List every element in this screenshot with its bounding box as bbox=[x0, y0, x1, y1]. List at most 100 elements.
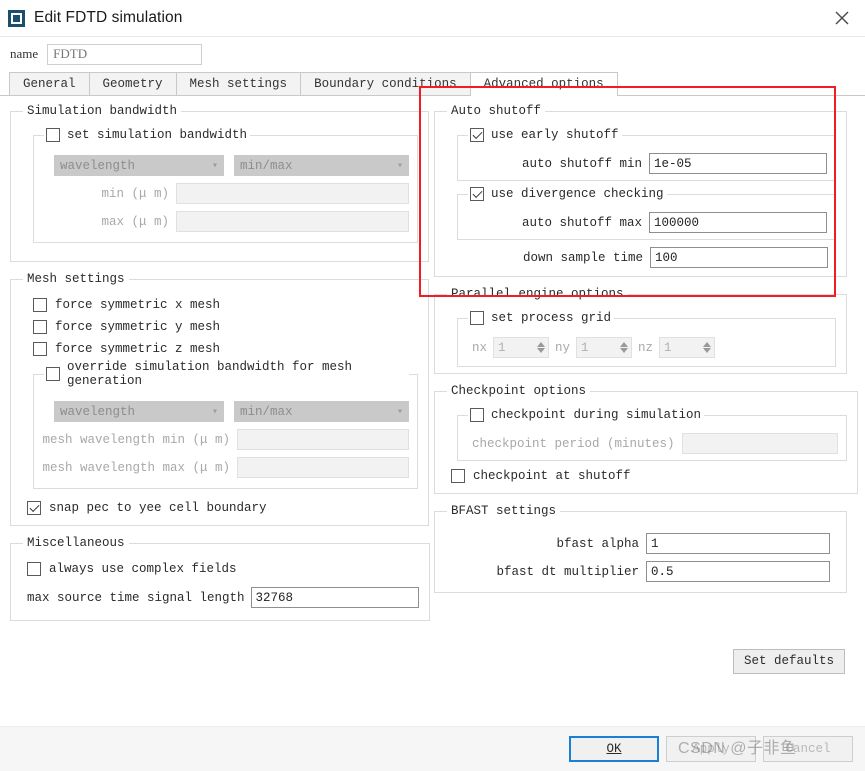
checkbox-force-symmetric-z[interactable] bbox=[33, 342, 47, 356]
tab-general[interactable]: General bbox=[9, 72, 90, 95]
input-bandwidth-max bbox=[176, 211, 409, 232]
checkbox-always-complex-fields[interactable] bbox=[27, 562, 41, 576]
checkbox-set-simulation-bandwidth-label: set simulation bandwidth bbox=[67, 128, 248, 142]
checkbox-set-process-grid[interactable] bbox=[470, 311, 484, 325]
checkbox-checkpoint-during-simulation-label: checkpoint during simulation bbox=[491, 408, 702, 422]
tab-geometry[interactable]: Geometry bbox=[88, 72, 177, 95]
stepper-nx-value: 1 bbox=[498, 340, 506, 355]
group-parallel-engine-options: Parallel engine options set process grid… bbox=[434, 287, 847, 374]
group-auto-shutoff-legend: Auto shutoff bbox=[451, 104, 542, 118]
field-mesh-wavelength-max-label: mesh wavelength max (μ m) bbox=[42, 460, 230, 475]
checkbox-checkpoint-at-shutoff[interactable] bbox=[451, 469, 465, 483]
field-max-source-time-signal-length: max source time signal length bbox=[27, 587, 419, 608]
row-force-symmetric-y[interactable]: force symmetric y mesh bbox=[33, 316, 418, 338]
row-force-symmetric-x[interactable]: force symmetric x mesh bbox=[33, 294, 418, 316]
input-checkpoint-period bbox=[681, 433, 838, 454]
checkbox-use-divergence-checking-label: use divergence checking bbox=[491, 187, 664, 201]
row-checkpoint-at-shutoff[interactable]: checkpoint at shutoff bbox=[451, 465, 847, 487]
field-max-source-time-signal-length-label: max source time signal length bbox=[27, 590, 245, 605]
input-max-source-time-signal-length[interactable] bbox=[250, 587, 419, 608]
process-grid-row: nx 1 ny 1 nz 1 bbox=[472, 337, 827, 358]
bandwidth-combo-row: wavelength ▾ min/max ▾ bbox=[54, 155, 409, 176]
chevron-down-icon: ▾ bbox=[396, 160, 403, 172]
row-always-complex-fields[interactable]: always use complex fields bbox=[27, 558, 419, 580]
checkbox-set-simulation-bandwidth[interactable] bbox=[46, 128, 60, 142]
stepper-ny-arrows-icon[interactable] bbox=[617, 338, 631, 357]
tab-mesh-settings[interactable]: Mesh settings bbox=[175, 72, 302, 95]
select-mesh-quantity-value: wavelength bbox=[60, 404, 136, 419]
group-checkpoint-during-simulation: checkpoint during simulation checkpoint … bbox=[457, 408, 847, 461]
input-bandwidth-min bbox=[176, 183, 409, 204]
input-bfast-dt-multiplier[interactable] bbox=[646, 561, 830, 582]
field-bfast-dt-multiplier-label: bfast dt multiplier bbox=[496, 564, 639, 579]
input-down-sample-time[interactable] bbox=[650, 247, 828, 268]
input-auto-shutoff-max[interactable] bbox=[649, 212, 827, 233]
group-checkpoint-options: Checkpoint options checkpoint during sim… bbox=[434, 384, 858, 494]
group-bfast-settings-legend: BFAST settings bbox=[451, 504, 557, 518]
name-label: name bbox=[10, 46, 39, 61]
input-bfast-alpha[interactable] bbox=[646, 533, 830, 554]
checkbox-override-simulation-bandwidth-label: override simulation bandwidth for mesh g… bbox=[67, 360, 353, 388]
tab-boundary-conditions[interactable]: Boundary conditions bbox=[300, 72, 471, 95]
name-input[interactable] bbox=[47, 43, 203, 65]
stepper-ny-value: 1 bbox=[581, 340, 589, 355]
field-auto-shutoff-max-label: auto shutoff max bbox=[521, 215, 642, 230]
checkbox-force-symmetric-x[interactable] bbox=[33, 298, 47, 312]
select-bandwidth-quantity[interactable]: wavelength ▾ bbox=[54, 155, 224, 176]
ok-button-label: OK bbox=[606, 742, 622, 756]
field-bfast-dt-multiplier: bfast dt multiplier bbox=[445, 561, 830, 582]
group-mesh-settings: Mesh settings force symmetric x mesh for… bbox=[10, 272, 429, 526]
field-bfast-alpha-label: bfast alpha bbox=[556, 536, 639, 551]
stepper-nz[interactable]: 1 bbox=[659, 337, 716, 358]
group-use-divergence-checking: use divergence checking auto shutoff max bbox=[457, 187, 836, 240]
apply-button[interactable]: Apply bbox=[666, 736, 756, 762]
checkbox-snap-pec-label: snap pec to yee cell boundary bbox=[49, 501, 267, 515]
checkbox-force-symmetric-y[interactable] bbox=[33, 320, 47, 334]
input-auto-shutoff-min[interactable] bbox=[649, 153, 827, 174]
field-auto-shutoff-min: auto shutoff min bbox=[466, 153, 827, 174]
checkbox-force-symmetric-z-label: force symmetric z mesh bbox=[55, 342, 221, 356]
tab-bar: General Geometry Mesh settings Boundary … bbox=[0, 71, 865, 96]
field-mesh-wavelength-min-label: mesh wavelength min (μ m) bbox=[42, 432, 230, 447]
label-nz: nz bbox=[638, 340, 654, 355]
tab-advanced-options[interactable]: Advanced options bbox=[469, 72, 618, 96]
group-miscellaneous: Miscellaneous always use complex fields … bbox=[10, 536, 430, 621]
field-mesh-wavelength-max: mesh wavelength max (μ m) bbox=[42, 457, 409, 478]
checkbox-set-process-grid-label: set process grid bbox=[491, 311, 612, 325]
checkbox-snap-pec[interactable] bbox=[27, 501, 41, 515]
checkbox-override-simulation-bandwidth[interactable] bbox=[46, 367, 60, 381]
checkbox-use-early-shutoff-label: use early shutoff bbox=[491, 128, 619, 142]
cancel-button[interactable]: Cancel bbox=[763, 736, 853, 762]
field-auto-shutoff-min-label: auto shutoff min bbox=[521, 156, 642, 171]
checkbox-always-complex-fields-label: always use complex fields bbox=[49, 562, 237, 576]
select-mesh-range[interactable]: min/max ▾ bbox=[234, 401, 409, 422]
stepper-nx[interactable]: 1 bbox=[493, 337, 550, 358]
group-bfast-settings: BFAST settings bfast alpha bfast dt mult… bbox=[434, 504, 847, 593]
checkbox-checkpoint-at-shutoff-label: checkpoint at shutoff bbox=[473, 469, 631, 483]
input-mesh-wavelength-min bbox=[237, 429, 409, 450]
checkbox-use-early-shutoff[interactable] bbox=[470, 128, 484, 142]
stepper-nz-arrows-icon[interactable] bbox=[700, 338, 714, 357]
stepper-nx-arrows-icon[interactable] bbox=[534, 338, 548, 357]
group-override-simulation-bandwidth: override simulation bandwidth for mesh g… bbox=[33, 360, 418, 489]
stepper-ny[interactable]: 1 bbox=[576, 337, 633, 358]
ok-button[interactable]: OK bbox=[569, 736, 659, 762]
group-use-early-shutoff: use early shutoff auto shutoff min bbox=[457, 128, 836, 181]
name-row: name bbox=[0, 37, 865, 71]
select-mesh-quantity[interactable]: wavelength ▾ bbox=[54, 401, 224, 422]
label-nx: nx bbox=[472, 340, 488, 355]
group-checkpoint-options-legend: Checkpoint options bbox=[451, 384, 587, 398]
checkbox-use-divergence-checking[interactable] bbox=[470, 187, 484, 201]
row-force-symmetric-z[interactable]: force symmetric z mesh bbox=[33, 338, 418, 360]
set-defaults-button[interactable]: Set defaults bbox=[732, 649, 845, 674]
checkbox-checkpoint-during-simulation[interactable] bbox=[470, 408, 484, 422]
chevron-down-icon: ▾ bbox=[396, 406, 403, 418]
select-bandwidth-range-value: min/max bbox=[240, 158, 293, 173]
app-window-icon bbox=[8, 9, 25, 27]
group-mesh-settings-legend: Mesh settings bbox=[27, 272, 125, 286]
row-snap-pec[interactable]: snap pec to yee cell boundary bbox=[27, 497, 418, 519]
group-simulation-bandwidth-legend: Simulation bandwidth bbox=[27, 104, 178, 118]
select-bandwidth-range[interactable]: min/max ▾ bbox=[234, 155, 409, 176]
close-icon[interactable] bbox=[819, 0, 865, 36]
field-down-sample-time-label: down sample time bbox=[522, 250, 643, 265]
